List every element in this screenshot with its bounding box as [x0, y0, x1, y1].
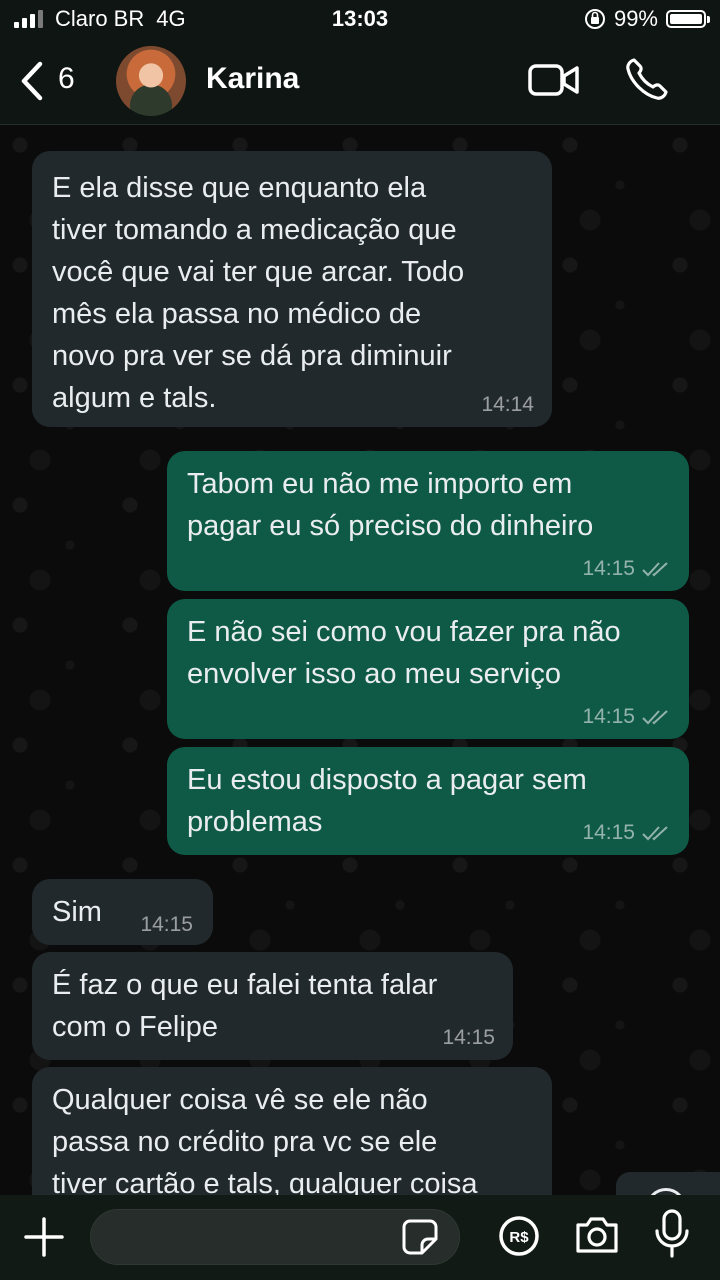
message-bubble[interactable]: É faz o que eu falei tenta falar com o F… [32, 952, 513, 1060]
message-text: Qualquer coisa vê se ele não passa no cr… [52, 1084, 478, 1195]
chevron-left-icon[interactable] [18, 60, 48, 102]
double-check-icon [642, 826, 668, 841]
input-bar: R$ [0, 1195, 720, 1280]
message-time-label: 14:15 [582, 821, 635, 844]
message-text: Tabom eu não me importo em pagar eu só p… [187, 468, 594, 542]
message-time: 14:15 [442, 1026, 495, 1050]
message-time-label: 14:15 [140, 913, 193, 936]
battery-fill [670, 14, 702, 24]
camera-icon[interactable] [574, 1215, 620, 1255]
message-bubble[interactable]: E ela disse que enquanto ela tiver toman… [32, 151, 552, 427]
battery-percent: 99% [613, 6, 658, 31]
message-bubble[interactable]: Tabom eu não me importo em pagar eu só p… [167, 451, 689, 591]
plus-icon[interactable] [24, 1217, 64, 1257]
contact-name[interactable]: Karina [206, 62, 299, 96]
scroll-down-button[interactable] [616, 1172, 720, 1195]
message-time: 14:15 [582, 557, 671, 581]
phone-icon[interactable] [624, 56, 670, 102]
message-time: 14:15 [582, 821, 671, 845]
message-bubble[interactable]: Eu estou disposto a pagar sem problemas … [167, 747, 689, 855]
message-bubble[interactable]: Sim 14:15 [32, 879, 213, 945]
message-bubble[interactable]: Qualquer coisa vê se ele não passa no cr… [32, 1067, 552, 1195]
message-time-label: 14:14 [481, 393, 534, 416]
microphone-icon[interactable] [654, 1209, 690, 1259]
avatar[interactable] [116, 46, 186, 116]
battery-icon [666, 10, 710, 28]
chat-area[interactable]: E ela disse que enquanto ela tiver toman… [0, 125, 720, 1195]
sticker-icon[interactable] [402, 1219, 438, 1255]
message-text: E não sei como vou fazer pra não envolve… [187, 616, 621, 690]
message-time: 14:15 [140, 913, 193, 937]
message-time: 14:14 [481, 393, 534, 417]
message-time-label: 14:15 [442, 1026, 495, 1049]
message-time-label: 14:15 [582, 705, 635, 728]
status-right: 99% [584, 6, 710, 32]
message-text: É faz o que eu falei tenta falar com o F… [52, 969, 438, 1043]
message-bubble[interactable]: E não sei como vou fazer pra não envolve… [167, 599, 689, 739]
message-time: 14:15 [582, 705, 671, 729]
scroll-circle [646, 1188, 686, 1195]
unread-count[interactable]: 6 [58, 62, 75, 96]
status-bar: Claro BR 4G 13:03 99% [0, 0, 720, 40]
double-check-icon [642, 710, 668, 725]
double-check-icon [642, 562, 668, 577]
message-text: E ela disse que enquanto ela tiver toman… [52, 172, 465, 414]
orientation-lock-icon [584, 9, 605, 29]
svg-text:R$: R$ [509, 1229, 529, 1246]
video-camera-icon[interactable] [528, 62, 580, 98]
pix-money-icon[interactable]: R$ [498, 1215, 540, 1257]
message-time-label: 14:15 [582, 557, 635, 580]
chat-header: 6 Karina [0, 40, 720, 125]
